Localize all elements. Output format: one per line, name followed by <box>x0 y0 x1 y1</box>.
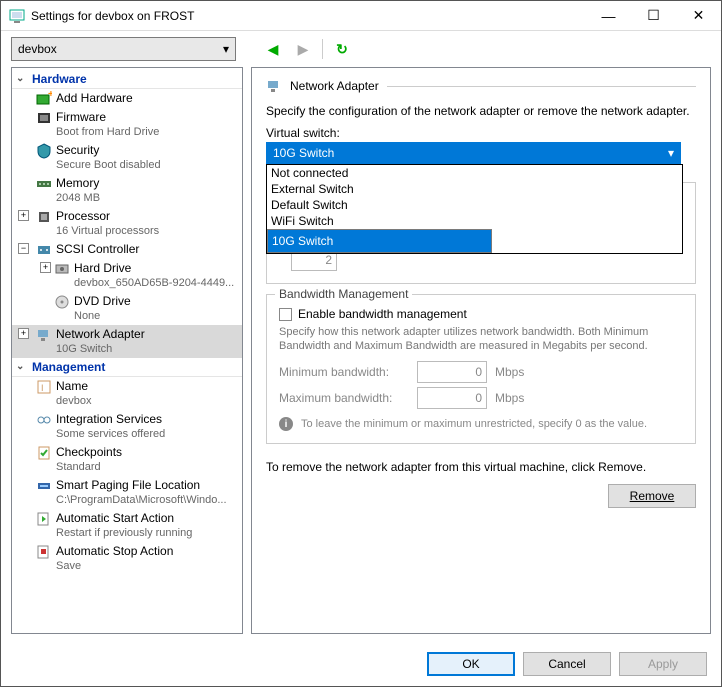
refresh-button[interactable]: ↻ <box>331 38 353 60</box>
collapse-icon: ⌄ <box>16 73 24 84</box>
shield-icon <box>36 143 52 159</box>
virtual-switch-dropdown: Not connected External Switch Default Sw… <box>266 164 683 254</box>
chevron-down-icon: ▾ <box>668 146 674 160</box>
min-bandwidth-input[interactable]: 0 <box>417 361 487 383</box>
section-hardware[interactable]: ⌄ Hardware <box>12 70 242 89</box>
titlebar: Settings for devbox on FROST — ☐ ✕ <box>1 1 721 31</box>
vm-selector-value: devbox <box>18 42 57 56</box>
unit-label: Mbps <box>495 391 524 405</box>
controller-icon <box>36 242 52 258</box>
close-button[interactable]: ✕ <box>676 1 721 30</box>
min-bandwidth-label: Minimum bandwidth: <box>279 365 409 379</box>
sidebar-item-firmware[interactable]: Firmware Boot from Hard Drive <box>12 108 242 141</box>
sidebar-item-integration[interactable]: Integration Services Some services offer… <box>12 410 242 443</box>
disc-icon <box>54 294 70 310</box>
hdd-icon <box>54 261 70 277</box>
ok-button[interactable]: OK <box>427 652 515 676</box>
panel-heading: Network Adapter <box>290 79 379 93</box>
virtual-switch-label: Virtual switch: <box>266 126 696 140</box>
info-icon: i <box>279 417 293 431</box>
memory-icon <box>36 176 52 192</box>
sidebar-item-hard-drive[interactable]: + Hard Drive devbox_650AD65B-9204-4449..… <box>12 259 242 292</box>
maximize-button[interactable]: ☐ <box>631 1 676 30</box>
expand-icon[interactable]: + <box>18 210 29 221</box>
name-icon: I <box>36 379 52 395</box>
section-management[interactable]: ⌄ Management <box>12 358 242 377</box>
svg-text:+: + <box>48 91 52 100</box>
checkbox-icon <box>279 308 292 321</box>
remove-description: To remove the network adapter from this … <box>266 460 696 474</box>
max-bandwidth-label: Maximum bandwidth: <box>279 391 409 405</box>
enable-bandwidth-checkbox[interactable]: Enable bandwidth management <box>279 307 683 321</box>
panel-description: Specify the configuration of the network… <box>266 104 696 118</box>
virtual-switch-value: 10G Switch <box>273 146 334 160</box>
add-hardware-icon: + <box>36 91 52 107</box>
dropdown-option[interactable]: WiFi Switch <box>267 213 682 229</box>
nav-forward-button[interactable]: ▶ <box>292 38 314 60</box>
settings-tree[interactable]: ⌄ Hardware + Add Hardware Firmware Boot … <box>11 67 243 634</box>
checkpoint-icon <box>36 445 52 461</box>
divider <box>387 86 696 87</box>
sidebar-item-processor[interactable]: + Processor 16 Virtual processors <box>12 207 242 240</box>
dialog-buttons: OK Cancel Apply <box>1 642 721 686</box>
expand-icon[interactable]: + <box>18 328 29 339</box>
max-bandwidth-input[interactable]: 0 <box>417 387 487 409</box>
virtual-switch-combobox[interactable]: 10G Switch ▾ Not connected External Swit… <box>266 142 681 164</box>
toolbar: devbox ▾ ◀ ▶ ↻ <box>1 31 721 67</box>
details-panel: Network Adapter Specify the configuratio… <box>251 67 711 634</box>
min-bandwidth-row: Minimum bandwidth: 0 Mbps <box>279 361 683 383</box>
integration-icon <box>36 412 52 428</box>
chevron-down-icon: ▾ <box>223 42 229 56</box>
vm-selector[interactable]: devbox ▾ <box>11 37 236 61</box>
bandwidth-info: i To leave the minimum or maximum unrest… <box>279 417 683 431</box>
network-adapter-icon <box>266 78 282 94</box>
settings-window: Settings for devbox on FROST — ☐ ✕ devbo… <box>0 0 722 687</box>
chip-icon <box>36 209 52 225</box>
auto-start-icon <box>36 511 52 527</box>
sidebar-item-scsi[interactable]: − SCSI Controller <box>12 240 242 259</box>
minimize-button[interactable]: — <box>586 1 631 30</box>
collapse-icon[interactable]: − <box>18 243 29 254</box>
group-legend: Bandwidth Management <box>275 287 412 301</box>
sidebar-item-auto-stop[interactable]: Automatic Stop Action Save <box>12 542 242 575</box>
sidebar-item-auto-start[interactable]: Automatic Start Action Restart if previo… <box>12 509 242 542</box>
remove-button[interactable]: Remove <box>608 484 696 508</box>
svg-text:I: I <box>41 383 44 393</box>
paging-icon <box>36 478 52 494</box>
sidebar-item-checkpoints[interactable]: Checkpoints Standard <box>12 443 242 476</box>
vm-settings-icon <box>9 8 25 24</box>
window-title: Settings for devbox on FROST <box>31 9 586 23</box>
network-adapter-icon <box>36 327 52 343</box>
max-bandwidth-row: Maximum bandwidth: 0 Mbps <box>279 387 683 409</box>
sidebar-item-network-adapter[interactable]: + Network Adapter 10G Switch <box>12 325 242 358</box>
sidebar-item-name[interactable]: I Name devbox <box>12 377 242 410</box>
sidebar-item-add-hardware[interactable]: + Add Hardware <box>12 89 242 108</box>
cancel-button[interactable]: Cancel <box>523 652 611 676</box>
dropdown-option[interactable]: Not connected <box>267 165 682 181</box>
sidebar-item-paging-file[interactable]: Smart Paging File Location C:\ProgramDat… <box>12 476 242 509</box>
sidebar-item-memory[interactable]: Memory 2048 MB <box>12 174 242 207</box>
firmware-icon <box>36 110 52 126</box>
bandwidth-description: Specify how this network adapter utilize… <box>279 325 683 353</box>
collapse-icon: ⌄ <box>16 361 24 372</box>
apply-button[interactable]: Apply <box>619 652 707 676</box>
panel-heading-row: Network Adapter <box>266 78 696 94</box>
sidebar-item-security[interactable]: Security Secure Boot disabled <box>12 141 242 174</box>
expand-icon[interactable]: + <box>40 262 51 273</box>
bandwidth-group: Bandwidth Management Enable bandwidth ma… <box>266 294 696 444</box>
sidebar-item-dvd-drive[interactable]: DVD Drive None <box>12 292 242 325</box>
auto-stop-icon <box>36 544 52 560</box>
dropdown-option[interactable]: External Switch <box>267 181 682 197</box>
nav-back-button[interactable]: ◀ <box>262 38 284 60</box>
unit-label: Mbps <box>495 365 524 379</box>
dropdown-option[interactable]: Default Switch <box>267 197 682 213</box>
dropdown-option[interactable]: 10G Switch <box>267 229 492 253</box>
